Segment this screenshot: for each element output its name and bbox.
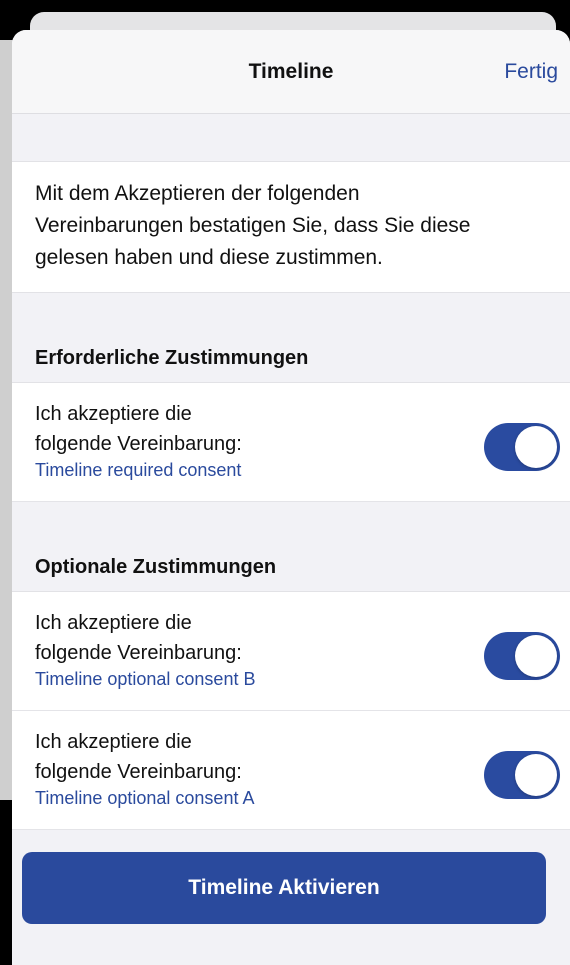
consent-toggle[interactable] (484, 751, 560, 799)
consent-label: Ich akzeptiere die folgende Vereinbarung… (35, 399, 242, 459)
optional-section-header: Optionale Zustimmungen (12, 502, 570, 592)
section-spacer (12, 114, 570, 162)
consent-link[interactable]: Timeline required consent (35, 460, 241, 481)
done-button[interactable]: Fertig (504, 60, 558, 84)
activate-button[interactable]: Timeline Aktivieren (22, 852, 546, 924)
consent-row-optional-a: Ich akzeptiere die folgende Vereinbarung… (12, 711, 570, 830)
toggle-knob (515, 754, 557, 796)
intro-line: Mit dem Akzeptieren der folgenden (35, 182, 360, 205)
section-title: Erforderliche Zustimmungen (35, 347, 309, 369)
required-section-header: Erforderliche Zustimmungen (12, 293, 570, 383)
consent-label-line: Ich akzeptiere die (35, 403, 192, 425)
consent-toggle[interactable] (484, 632, 560, 680)
intro-text: Mit dem Akzeptieren der folgenden Verein… (12, 162, 570, 293)
toggle-knob (515, 635, 557, 677)
consent-label-line: folgende Vereinbarung: (35, 642, 242, 664)
consent-label-line: folgende Vereinbarung: (35, 433, 242, 455)
consent-row-required: Ich akzeptiere die folgende Vereinbarung… (12, 383, 570, 502)
consent-label: Ich akzeptiere die folgende Vereinbarung… (35, 608, 242, 668)
intro-line: gelesen haben und diese zustimmen. (35, 246, 383, 269)
intro-line: Vereinbarungen bestatigen Sie, dass Sie … (35, 214, 471, 237)
consent-toggle[interactable] (484, 423, 560, 471)
consent-link[interactable]: Timeline optional consent B (35, 669, 255, 690)
consent-sheet: Timeline Fertig Mit dem Akzeptieren der … (12, 30, 570, 965)
page-title: Timeline (248, 60, 334, 83)
consent-label: Ich akzeptiere die folgende Vereinbarung… (35, 727, 242, 787)
consent-label-line: Ich akzeptiere die (35, 731, 192, 753)
section-title: Optionale Zustimmungen (35, 556, 277, 578)
consent-link[interactable]: Timeline optional consent A (35, 788, 254, 809)
toggle-knob (515, 426, 557, 468)
navigation-bar: Timeline Fertig (12, 30, 570, 114)
consent-row-optional-b: Ich akzeptiere die folgende Vereinbarung… (12, 592, 570, 711)
consent-label-line: Ich akzeptiere die (35, 612, 192, 634)
consent-label-line: folgende Vereinbarung: (35, 761, 242, 783)
